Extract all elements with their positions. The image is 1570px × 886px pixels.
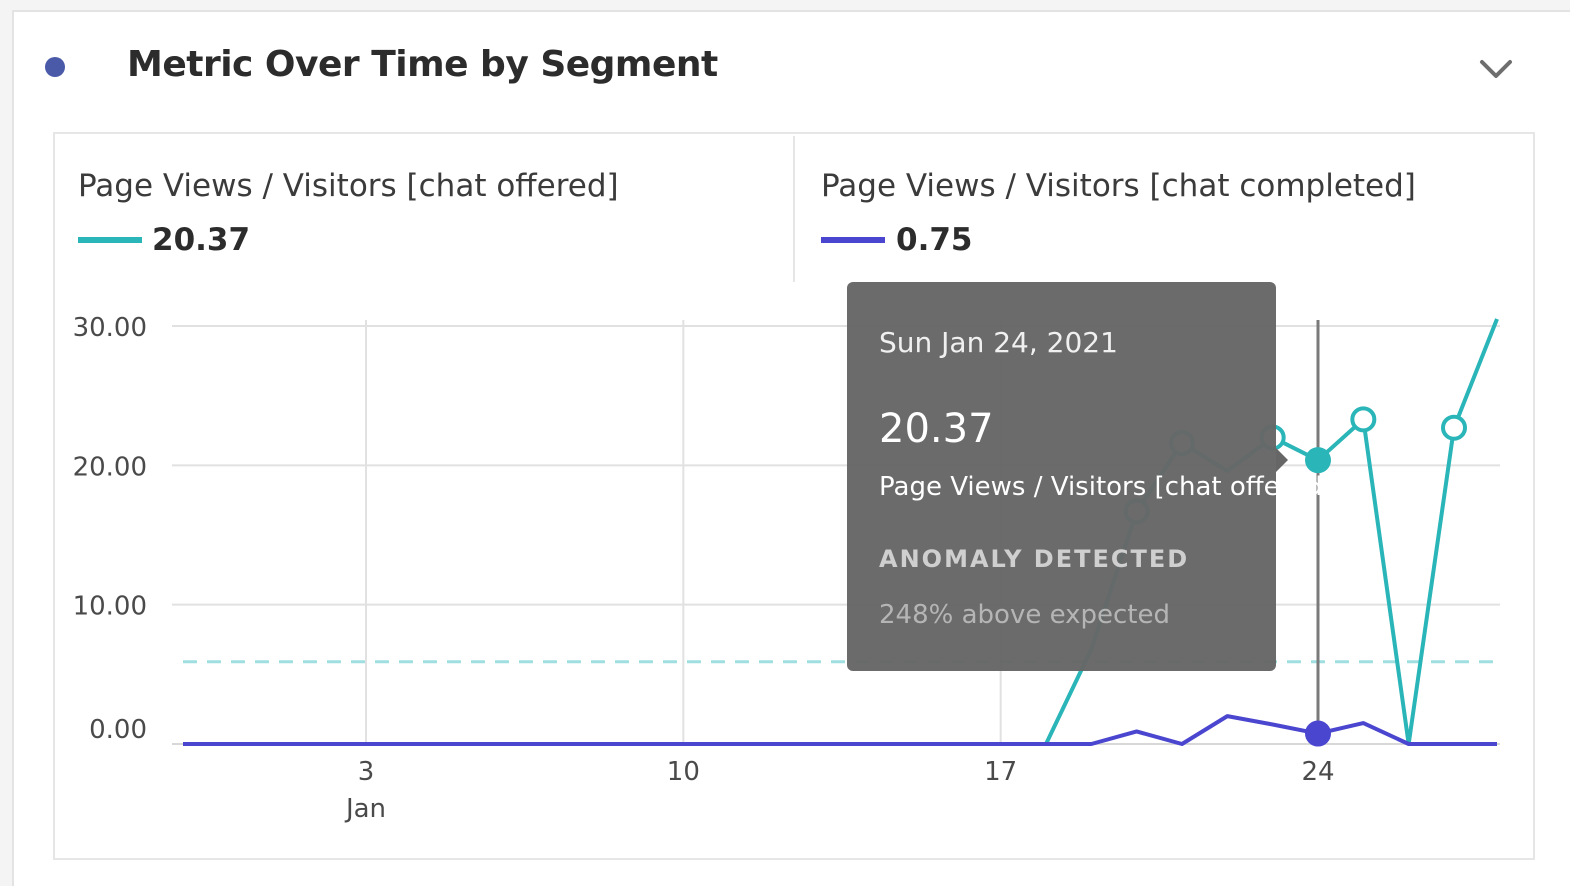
y-tick-label: 30.00 <box>73 313 147 343</box>
y-tick-label: 20.00 <box>73 452 147 482</box>
x-tick-label: 10 <box>667 757 700 787</box>
tooltip-date: Sun Jan 24, 2021 <box>879 326 1118 359</box>
x-tick-sublabel: Jan <box>344 794 386 824</box>
series-line <box>183 318 1499 746</box>
line-chart: 30.00 20.00 10.00 0.00 3 Jan 10 17 24 <box>73 313 1500 824</box>
tooltip-arrow <box>1276 448 1288 472</box>
data-point <box>1350 406 1377 433</box>
tooltip: Sun Jan 24, 2021 20.37 Page Views / Visi… <box>847 282 1332 671</box>
x-tick-label: 3 <box>358 757 375 787</box>
data-point <box>1441 414 1467 441</box>
y-tick-label: 0.00 <box>89 715 147 745</box>
y-tick-label: 10.00 <box>73 592 147 622</box>
tooltip-value: 20.37 <box>879 406 994 452</box>
selected-data-point <box>1305 447 1331 474</box>
x-tick-label: 24 <box>1301 757 1334 787</box>
series-line <box>183 714 1497 746</box>
tooltip-metric: Page Views / Visitors [chat offered] <box>879 472 1333 502</box>
x-tick-label: 17 <box>984 757 1017 787</box>
tooltip-anomaly-label: ANOMALY DETECTED <box>879 545 1190 573</box>
tooltip-expected-text: 248% above expected <box>879 600 1171 630</box>
selected-data-point <box>1305 720 1331 747</box>
